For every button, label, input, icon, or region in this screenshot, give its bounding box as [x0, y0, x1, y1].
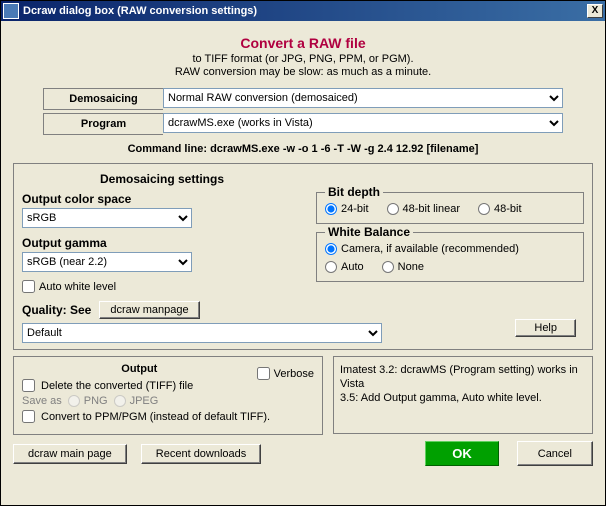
- bitdepth-24-radio[interactable]: [325, 203, 337, 215]
- window-title: Dcraw dialog box (RAW conversion setting…: [23, 5, 587, 17]
- ppm-checkbox[interactable]: [22, 410, 35, 423]
- command-line-text: Command line: dcrawMS.exe -w -o 1 -6 -T …: [13, 143, 593, 155]
- app-icon: [3, 3, 19, 19]
- wb-auto-radio[interactable]: [325, 261, 337, 273]
- ok-button[interactable]: OK: [425, 441, 499, 466]
- saveas-jpeg-label: JPEG: [130, 395, 159, 407]
- bitdepth-24-label: 24-bit: [341, 203, 369, 215]
- delete-tiff-checkbox[interactable]: [22, 379, 35, 392]
- wb-camera-radio[interactable]: [325, 243, 337, 255]
- saveas-png-label: PNG: [84, 395, 108, 407]
- bit-depth-group: Bit depth 24-bit 48-bit linear 48-bit: [316, 192, 584, 224]
- bit-depth-legend: Bit depth: [325, 185, 383, 199]
- output-colorspace-label: Output color space: [22, 192, 302, 206]
- save-as-label: Save as: [22, 395, 62, 407]
- close-icon[interactable]: X: [587, 4, 603, 18]
- info-line-1: Imatest 3.2: dcrawMS (Program setting) w…: [340, 363, 586, 391]
- demosaicing-label: Demosaicing: [43, 88, 163, 110]
- bitdepth-48lin-label: 48-bit linear: [403, 203, 460, 215]
- wb-none-label: None: [398, 261, 424, 273]
- title-bar: Dcraw dialog box (RAW conversion setting…: [1, 1, 605, 21]
- recent-downloads-button[interactable]: Recent downloads: [141, 444, 262, 464]
- output-panel: Verbose Output Delete the converted (TIF…: [13, 356, 323, 435]
- saveas-jpeg-radio: [114, 395, 126, 407]
- wb-none-radio[interactable]: [382, 261, 394, 273]
- ppm-label: Convert to PPM/PGM (instead of default T…: [41, 411, 270, 423]
- auto-white-level-checkbox[interactable]: [22, 280, 35, 293]
- info-line-2: 3.5: Add Output gamma, Auto white level.: [340, 391, 586, 405]
- demosaicing-settings-panel: Demosaicing settings Output color space …: [13, 163, 593, 350]
- bitdepth-48-radio[interactable]: [478, 203, 490, 215]
- cancel-button[interactable]: Cancel: [517, 441, 593, 466]
- delete-tiff-label: Delete the converted (TIFF) file: [41, 380, 193, 392]
- white-balance-legend: White Balance: [325, 225, 413, 239]
- verbose-checkbox[interactable]: [257, 367, 270, 380]
- dcraw-manpage-button[interactable]: dcraw manpage: [99, 301, 199, 319]
- program-select[interactable]: dcrawMS.exe (works in Vista): [163, 113, 563, 133]
- output-gamma-select[interactable]: sRGB (near 2.2): [22, 252, 192, 272]
- output-gamma-label: Output gamma: [22, 236, 302, 250]
- help-button[interactable]: Help: [515, 319, 576, 337]
- bitdepth-48lin-radio[interactable]: [387, 203, 399, 215]
- auto-white-level-label: Auto white level: [39, 281, 116, 293]
- bitdepth-48-label: 48-bit: [494, 203, 522, 215]
- info-panel: Imatest 3.2: dcrawMS (Program setting) w…: [333, 356, 593, 434]
- output-colorspace-select[interactable]: sRGB: [22, 208, 192, 228]
- wb-camera-label: Camera, if available (recommended): [341, 243, 519, 255]
- subtitle-2: RAW conversion may be slow: as much as a…: [13, 66, 593, 78]
- page-title: Convert a RAW file: [13, 35, 593, 51]
- program-label: Program: [43, 113, 163, 135]
- demosaicing-settings-heading: Demosaicing settings: [22, 172, 302, 186]
- white-balance-group: White Balance Camera, if available (reco…: [316, 232, 584, 282]
- demosaicing-select[interactable]: Normal RAW conversion (demosaiced): [163, 88, 563, 108]
- wb-auto-label: Auto: [341, 261, 364, 273]
- subtitle-1: to TIFF format (or JPG, PNG, PPM, or PGM…: [13, 53, 593, 65]
- dcraw-main-page-button[interactable]: dcraw main page: [13, 444, 127, 464]
- verbose-label: Verbose: [274, 368, 314, 380]
- quality-label: Quality: See: [22, 303, 91, 317]
- saveas-png-radio: [68, 395, 80, 407]
